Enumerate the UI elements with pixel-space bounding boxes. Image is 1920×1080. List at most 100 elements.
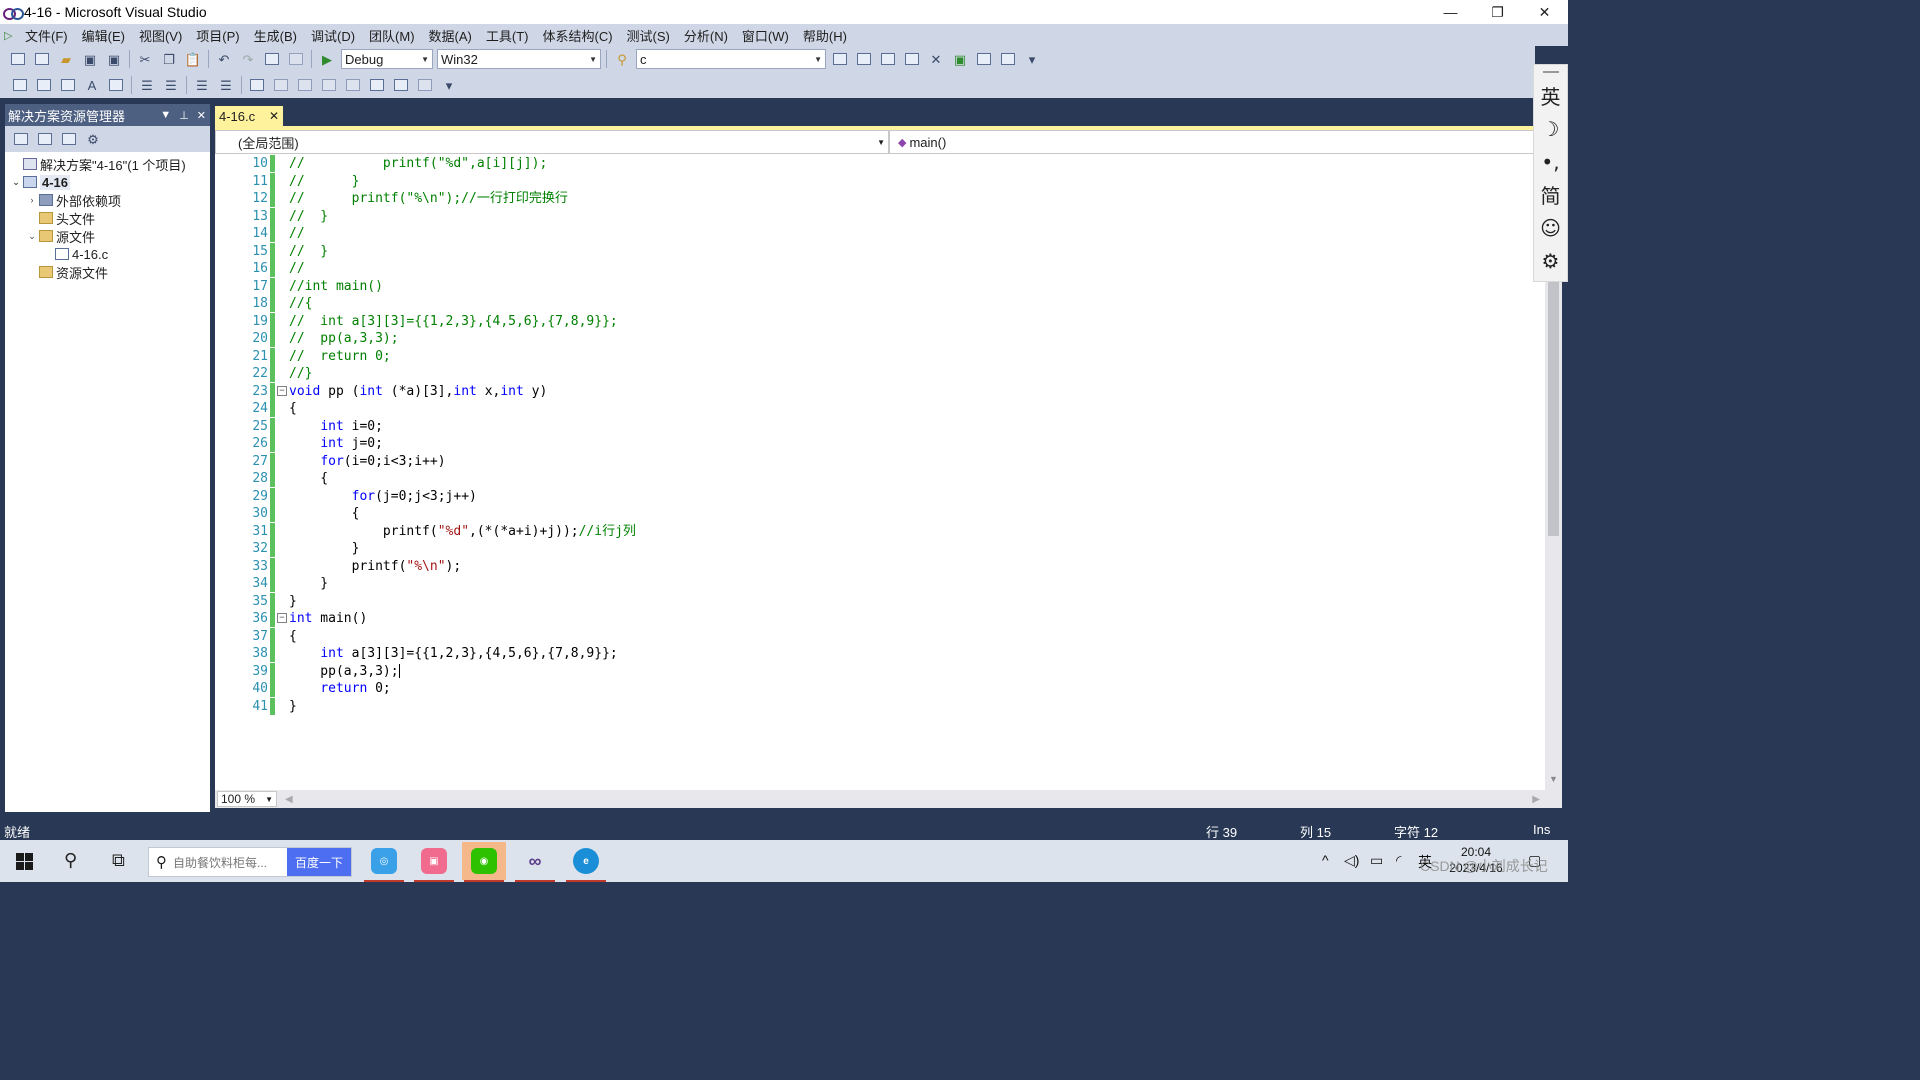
open-file-icon[interactable]: ▰ [56,50,76,68]
code-line[interactable]: 17 //int main() [215,277,1545,295]
code-line[interactable]: 35} [215,592,1545,610]
pin-icon[interactable]: ⊥ [179,109,189,122]
redo-icon[interactable]: ↷ [238,50,258,68]
refresh-icon[interactable] [59,130,79,148]
battery-icon[interactable]: ▭ [1370,852,1383,869]
menu-build[interactable]: 生成(B) [247,26,304,45]
display-object-member-list-icon[interactable] [10,76,30,94]
taskbar-app-wechat[interactable]: ◉ [462,842,506,882]
save-icon[interactable]: ▣ [80,50,100,68]
tree-item[interactable]: 解决方案"4-16"(1 个项目) [5,155,210,173]
code-line[interactable]: 24 { [215,400,1545,417]
close-button[interactable]: ✕ [1521,0,1568,24]
code-line[interactable]: 39 pp(a,3,3); [215,662,1545,680]
tree-item[interactable]: ⌄ 4-16 [5,173,210,191]
previous-bookmark-icon[interactable] [271,76,291,94]
code-line[interactable]: 41} [215,697,1545,715]
scroll-left-icon[interactable]: ◀ [285,794,293,805]
team-explorer-icon[interactable] [974,50,994,68]
punctuation-icon[interactable]: •, [1541,145,1559,178]
code-line[interactable]: 27 for(i=0;i<3;i++) [215,452,1545,470]
expand-toggle-icon[interactable]: ⌄ [9,177,23,188]
find-combo[interactable]: c ▼ [636,49,826,69]
tools-icon[interactable]: ✕ [926,50,946,68]
next-bookmark-icon[interactable] [295,76,315,94]
decrease-indent-icon[interactable]: ☰ [137,76,157,94]
expand-toggle-icon[interactable]: ⌄ [25,231,39,242]
code-line[interactable]: 12 // printf("%\n");//一行打印完换行 [215,190,1545,207]
add-item-icon[interactable] [32,50,52,68]
code-editor[interactable]: 10 // printf("%d",a[i][j]); 11 // } 12 // pri… [215,154,1545,790]
start-page-icon[interactable] [998,50,1018,68]
new-project-icon[interactable] [8,50,28,68]
undo-icon[interactable]: ↶ [214,50,234,68]
member-dropdown[interactable]: ◆ main() [889,130,1535,154]
properties-icon[interactable] [854,50,874,68]
menu-debug[interactable]: 调试(D) [304,26,362,45]
collapse-region-icon[interactable]: − [277,613,287,623]
close-panel-icon[interactable]: ✕ [197,109,206,122]
object-browser-icon[interactable] [878,50,898,68]
code-line[interactable]: 37 { [215,627,1545,645]
code-line[interactable]: 30 { [215,505,1545,522]
restore-button[interactable]: ❐ [1474,0,1521,24]
quick-info-icon[interactable] [58,76,78,94]
complete-word-icon[interactable]: A [82,76,102,94]
scroll-down-icon[interactable]: ▼ [1549,774,1558,784]
tree-item[interactable]: 4-16.c [5,245,210,263]
code-line[interactable]: 38 int a[3][3]={{1,2,3},{4,5,6},{7,8,9}}… [215,645,1545,662]
menu-help[interactable]: 帮助(H) [796,26,854,45]
properties-icon[interactable] [11,130,31,148]
code-line[interactable]: 26 int j=0; [215,435,1545,452]
solution-configuration-select[interactable]: Debug ▼ [341,49,433,69]
menu-view[interactable]: 视图(V) [132,26,189,45]
toolbar-options-icon[interactable]: ▾ [439,76,459,94]
code-line[interactable]: 29 for(j=0;j<3;j++) [215,487,1545,505]
menu-project[interactable]: 项目(P) [189,26,246,45]
parameter-info-icon[interactable] [34,76,54,94]
toolbar-options-icon[interactable]: ▾ [1022,50,1042,68]
show-all-files-icon[interactable] [35,130,55,148]
document-tab[interactable]: 4-16.c ✕ [215,106,283,126]
menu-window[interactable]: 窗口(W) [735,26,796,45]
code-line[interactable]: 14 // [215,225,1545,242]
menu-test[interactable]: 测试(S) [620,26,677,45]
scroll-right-icon[interactable]: ▶ [1532,794,1540,805]
next-bookmark-doc-icon[interactable] [391,76,411,94]
tree-item[interactable]: ⌄ 源文件 [5,227,210,245]
code-line[interactable]: 25 int i=0; [215,417,1545,435]
close-tab-icon[interactable]: ✕ [269,109,279,123]
tree-item[interactable]: 头文件 [5,209,210,227]
language-mode-icon[interactable]: 英 [1541,79,1561,112]
zoom-level-select[interactable]: 100 % ▼ [217,791,277,807]
collapse-region-icon[interactable]: − [277,385,287,396]
moon-icon[interactable]: ☽ [1542,112,1560,145]
code-line[interactable]: 20 // pp(a,3,3); [215,330,1545,347]
wifi-icon[interactable]: ◜ [1396,852,1401,869]
code-line[interactable]: 34 } [215,575,1545,592]
menu-team[interactable]: 团队(M) [362,26,422,45]
start-debugging-icon[interactable]: ▶ [317,50,337,68]
copy-icon[interactable]: ❐ [159,50,179,68]
start-icon[interactable] [16,853,33,870]
cut-icon[interactable]: ✂ [135,50,155,68]
code-line[interactable]: 15 // } [215,242,1545,260]
baidu-search-box[interactable]: ⚲ 自助餐饮料柜每... 百度一下 [148,847,352,877]
code-line[interactable]: 32 } [215,540,1545,557]
code-line[interactable]: 13 // } [215,207,1545,225]
taskbar-app-baidu-netdisk[interactable]: ◎ [362,842,406,882]
navigate-backward-icon[interactable] [262,50,282,68]
previous-bookmark-folder-icon[interactable] [319,76,339,94]
code-line[interactable]: 40 return 0; [215,680,1545,697]
find-in-files-icon[interactable]: ⚲ [612,50,632,68]
menu-architecture[interactable]: 体系结构(C) [535,26,619,45]
code-line[interactable]: 36− int main() [215,610,1545,627]
comment-lines-icon[interactable]: ☰ [192,76,212,94]
format-icon[interactable] [106,76,126,94]
code-line[interactable]: 28 { [215,470,1545,487]
emoji-icon[interactable]: ☺ [1540,211,1561,244]
uncomment-lines-icon[interactable]: ☰ [216,76,236,94]
save-all-icon[interactable]: ▣ [104,50,124,68]
show-hidden-icons-icon[interactable]: ^ [1322,852,1329,868]
next-bookmark-folder-icon[interactable] [343,76,363,94]
